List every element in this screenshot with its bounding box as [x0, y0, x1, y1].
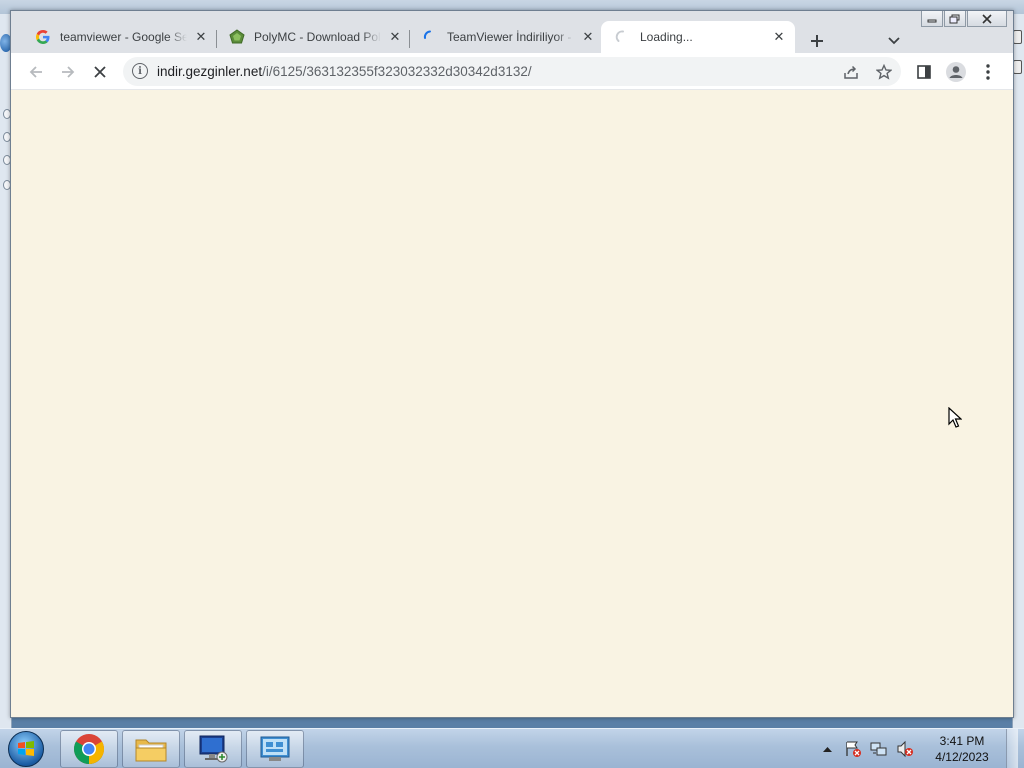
tab-title: Loading...	[640, 30, 693, 44]
plus-icon	[811, 35, 823, 47]
kebab-menu-icon	[986, 64, 990, 80]
polymc-icon	[229, 29, 245, 45]
tab-loading[interactable]: Loading... ✕	[601, 21, 795, 53]
network-icon[interactable]	[869, 739, 889, 759]
tab-title: TeamViewer İndiriliyor -	[447, 30, 572, 44]
new-tab-button[interactable]	[805, 29, 829, 53]
volume-muted-icon[interactable]	[895, 739, 915, 759]
page-content[interactable]	[11, 90, 1013, 717]
browser-window: teamviewer - Google Se ✕ PolyMC - Downlo…	[10, 10, 1014, 718]
device-icon	[1013, 30, 1022, 44]
browser-toolbar: i indir.gezginler.net/i/6125/363132355f3…	[11, 53, 1013, 90]
site-info-icon[interactable]: i	[132, 63, 148, 79]
back-button[interactable]	[23, 59, 49, 85]
clock-time: 3:41 PM	[939, 734, 985, 748]
tab-teamviewer-download[interactable]: TeamViewer İndiriliyor - ✕	[408, 21, 604, 53]
show-desktop-button[interactable]	[1006, 729, 1018, 768]
stop-x-icon	[94, 66, 106, 78]
chevron-down-icon	[888, 37, 900, 45]
address-bar[interactable]: i indir.gezginler.net/i/6125/363132355f3…	[123, 57, 901, 86]
arrow-left-icon	[29, 66, 42, 78]
profile-avatar-icon	[946, 62, 966, 82]
arrow-right-icon	[62, 66, 75, 78]
taskbar: 3:41 PM 4/12/2023	[0, 728, 1024, 768]
folder-icon	[135, 739, 167, 762]
tab-close-icon[interactable]: ✕	[771, 29, 787, 45]
action-center-flag-icon[interactable]	[843, 739, 863, 759]
share-icon	[844, 65, 858, 79]
clock[interactable]: 3:41 PM 4/12/2023	[924, 733, 1000, 765]
tab-title: teamviewer - Google Se	[60, 30, 187, 44]
side-panel-button[interactable]	[911, 59, 937, 85]
menu-button[interactable]	[975, 59, 1001, 85]
star-icon	[876, 64, 892, 80]
taskbar-remote-desktop[interactable]	[184, 730, 242, 768]
tab-polymc[interactable]: PolyMC - Download Pol ✕	[215, 21, 411, 53]
tab-close-icon[interactable]: ✕	[193, 29, 209, 45]
tab-close-icon[interactable]: ✕	[580, 29, 596, 45]
tab-close-icon[interactable]: ✕	[387, 29, 403, 45]
url-text[interactable]: indir.gezginler.net/i/6125/363132355f323…	[157, 64, 532, 79]
loading-spinner-icon	[422, 29, 438, 45]
taskbar-chrome[interactable]	[60, 730, 118, 768]
loading-spinner-icon	[615, 29, 631, 45]
device-icon	[1013, 60, 1022, 74]
url-path: /i/6125/363132355f323032332d30342d3132/	[262, 64, 532, 79]
taskbar-file-explorer[interactable]	[122, 730, 180, 768]
tab-title: PolyMC - Download Pol	[254, 30, 381, 44]
chevron-up-icon	[822, 747, 832, 752]
windows-logo-icon	[8, 731, 44, 767]
forward-button[interactable]	[55, 59, 81, 85]
taskbar-control-panel[interactable]	[246, 730, 304, 768]
control-panel-icon	[260, 736, 290, 761]
share-button[interactable]	[841, 62, 861, 82]
side-panel-icon	[917, 65, 931, 79]
remote-desktop-icon	[199, 735, 228, 763]
chrome-icon	[73, 734, 105, 764]
tab-google-search[interactable]: teamviewer - Google Se ✕	[21, 21, 217, 53]
start-button[interactable]	[6, 730, 46, 768]
stop-loading-button[interactable]	[87, 59, 113, 85]
system-tray: 3:41 PM 4/12/2023	[814, 729, 1018, 768]
show-hidden-icons-button[interactable]	[817, 739, 837, 759]
profile-button[interactable]	[943, 59, 969, 85]
clock-date: 4/12/2023	[935, 750, 989, 764]
google-g-icon	[35, 29, 51, 45]
bookmark-star-button[interactable]	[874, 62, 894, 82]
tab-search-button[interactable]	[884, 31, 904, 51]
mouse-cursor-icon	[948, 406, 963, 434]
url-host: indir.gezginler.net	[157, 64, 263, 79]
tab-strip: teamviewer - Google Se ✕ PolyMC - Downlo…	[11, 19, 1013, 53]
